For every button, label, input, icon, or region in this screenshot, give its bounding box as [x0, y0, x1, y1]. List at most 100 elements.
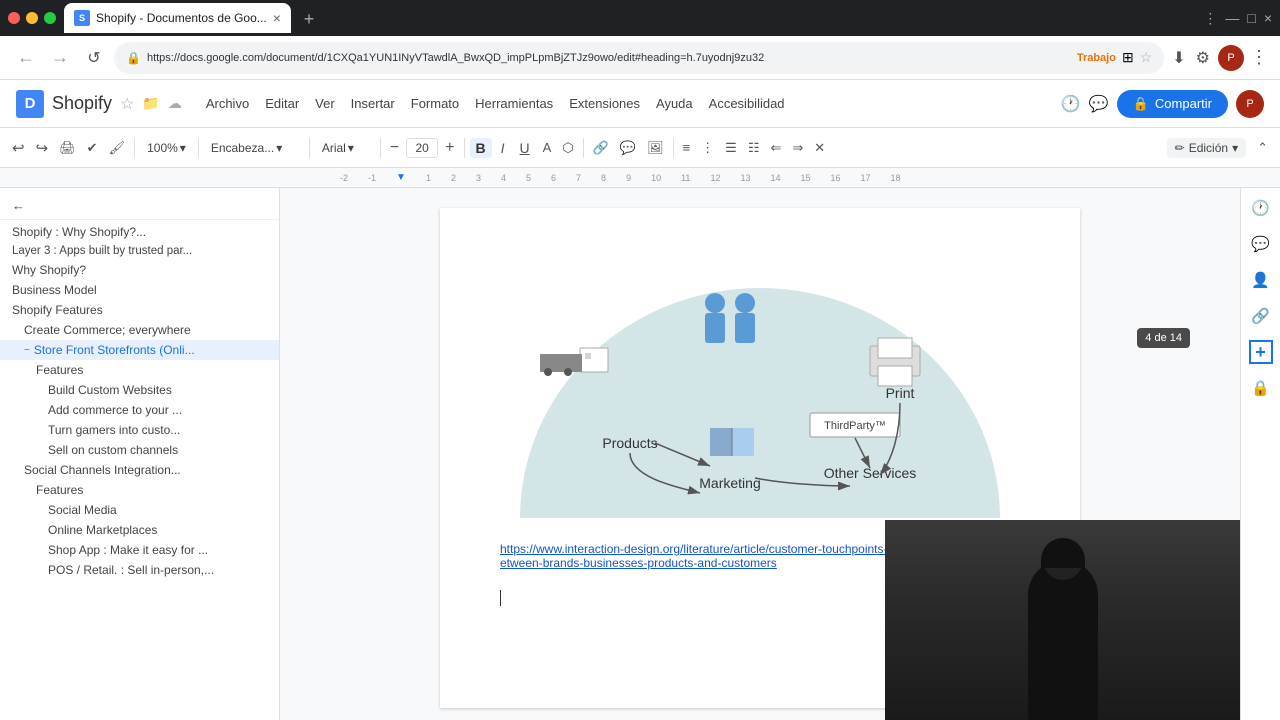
tab-favicon: S: [74, 10, 90, 26]
menu-insertar[interactable]: Insertar: [343, 92, 403, 115]
bookmark-label: Trabajo: [1077, 52, 1116, 64]
redo-button[interactable]: ↪: [32, 137, 53, 159]
sidebar-item-layer3[interactable]: Layer 3 : Apps built by trusted par...: [0, 242, 279, 260]
sidebar-item-features[interactable]: Shopify Features: [0, 300, 279, 320]
sidebar-item-business[interactable]: Business Model: [0, 280, 279, 300]
font-size-input[interactable]: 20: [406, 138, 438, 158]
font-chevron: ▾: [348, 141, 354, 155]
bullet-button[interactable]: ☰: [721, 138, 741, 158]
window-menu-icon[interactable]: ⋮: [1203, 10, 1217, 27]
video-content: [885, 520, 1240, 720]
sidebar-item-shop-app[interactable]: Shop App : Make it easy for ...: [0, 540, 279, 560]
reload-button[interactable]: ↺: [80, 44, 108, 72]
user-avatar[interactable]: P: [1236, 90, 1264, 118]
minimize-icon[interactable]: —: [1225, 10, 1239, 26]
doc-folder-icon[interactable]: 📁: [142, 95, 159, 112]
chevron-up-icon[interactable]: ⌃: [1253, 138, 1272, 158]
heading-select[interactable]: Encabeza... ▾: [204, 138, 304, 158]
indent-dec-button[interactable]: ⇐: [766, 138, 785, 158]
comment-button[interactable]: 💬: [616, 138, 640, 158]
back-button[interactable]: ←: [12, 44, 40, 72]
doc-star-icon[interactable]: ☆: [120, 94, 134, 114]
doc-header: D Shopify ☆ 📁 ☁ Archivo Editar Ver Inser…: [0, 80, 1280, 128]
menu-ayuda[interactable]: Ayuda: [648, 92, 701, 115]
clear-format-button[interactable]: ✕: [810, 138, 829, 158]
doc-title[interactable]: Shopify: [52, 93, 112, 114]
sidebar-item-create[interactable]: Create Commerce; everywhere: [0, 320, 279, 340]
extensions-icon[interactable]: ⚙: [1196, 48, 1210, 68]
new-tab-button[interactable]: +: [295, 5, 323, 33]
font-select[interactable]: Arial ▾: [315, 138, 375, 158]
list-button[interactable]: ⋮: [697, 138, 718, 158]
sidebar-item-shopify[interactable]: Shopify : Why Shopify?...: [0, 222, 279, 242]
menu-ver[interactable]: Ver: [307, 92, 343, 115]
sidebar-item-storefront[interactable]: − Store Front Storefronts (Onli...: [0, 340, 279, 360]
history-icon[interactable]: 🕐: [1061, 94, 1081, 114]
sidebar-item-social-media[interactable]: Social Media: [0, 500, 279, 520]
undo-button[interactable]: ↩: [8, 137, 29, 159]
zoom-select[interactable]: 100% ▾: [140, 138, 193, 158]
collapse-icon: −: [24, 345, 30, 356]
numbered-button[interactable]: ☷: [744, 138, 764, 158]
paint-format-button[interactable]: 🖌: [105, 138, 130, 158]
format-separator6: [583, 138, 584, 158]
spellcheck-button[interactable]: ✔: [83, 138, 102, 158]
indent-inc-button[interactable]: ⇒: [788, 138, 807, 158]
close-window-icon[interactable]: ×: [1264, 10, 1272, 26]
lock-panel-icon[interactable]: 🔒: [1249, 376, 1273, 400]
font-size-decrease-button[interactable]: −: [386, 137, 403, 159]
sidebar-item-sell-channels[interactable]: Sell on custom channels: [0, 440, 279, 460]
url-bar[interactable]: 🔒 https://docs.google.com/document/d/1CX…: [114, 42, 1164, 74]
download-icon[interactable]: ⬇: [1172, 48, 1185, 68]
people-panel-icon[interactable]: 👤: [1249, 268, 1273, 292]
active-tab[interactable]: S Shopify - Documentos de Goo... ×: [64, 3, 291, 33]
format-separator2: [198, 138, 199, 158]
print-button[interactable]: 🖨: [55, 138, 80, 158]
back-arrow-icon: ←: [12, 198, 25, 213]
forward-button[interactable]: →: [46, 44, 74, 72]
star-icon[interactable]: ☆: [1140, 49, 1153, 66]
sidebar-item-pos[interactable]: POS / Retail. : Sell in-person,...: [0, 560, 279, 580]
font-size-value: 20: [415, 141, 428, 155]
sidebar-item-why-shopify[interactable]: Why Shopify?: [0, 260, 279, 280]
font-size-increase-button[interactable]: +: [441, 137, 458, 159]
menu-editar[interactable]: Editar: [257, 92, 307, 115]
share-button[interactable]: 🔒 Compartir: [1117, 90, 1228, 118]
editing-label: Edición: [1189, 141, 1228, 155]
text-color-button[interactable]: A: [539, 138, 556, 157]
editing-mode-button[interactable]: ✏ Edición ▾: [1167, 138, 1246, 158]
add-panel-button[interactable]: +: [1249, 340, 1273, 364]
sidebar-item-online-market[interactable]: Online Marketplaces: [0, 520, 279, 540]
menu-archivo[interactable]: Archivo: [198, 92, 257, 115]
comment-panel-icon[interactable]: 💬: [1249, 232, 1273, 256]
window-top-bar: S Shopify - Documentos de Goo... × + ⋮ —…: [0, 0, 1280, 36]
tab-close-icon[interactable]: ×: [273, 10, 281, 26]
sidebar-back[interactable]: ←: [0, 192, 279, 220]
more-icon[interactable]: ⋮: [1250, 47, 1268, 68]
image-button[interactable]: 🖼: [643, 138, 668, 158]
comment-icon[interactable]: 💬: [1089, 94, 1109, 114]
sidebar-item-social-int[interactable]: Social Channels Integration...: [0, 460, 279, 480]
profile-icon[interactable]: P: [1218, 45, 1244, 71]
underline-button[interactable]: U: [514, 138, 536, 158]
diagram-container: Products Print Marketing: [500, 238, 1020, 518]
sidebar-item-add-commerce[interactable]: Add commerce to your ...: [0, 400, 279, 420]
menu-herramientas[interactable]: Herramientas: [467, 92, 561, 115]
page-counter-badge: 4 de 14: [1137, 328, 1190, 348]
sidebar-item-features2[interactable]: Features: [0, 360, 279, 380]
history-panel-icon[interactable]: 🕐: [1249, 196, 1273, 220]
bold-button[interactable]: B: [470, 138, 492, 158]
highlight-button[interactable]: ⬡: [558, 138, 577, 158]
menu-formato[interactable]: Formato: [403, 92, 467, 115]
italic-button[interactable]: I: [495, 138, 511, 158]
menu-extensiones[interactable]: Extensiones: [561, 92, 648, 115]
sidebar-item-build[interactable]: Build Custom Websites: [0, 380, 279, 400]
link-button[interactable]: 🔗: [589, 138, 613, 158]
doc-cloud-icon[interactable]: ☁: [168, 95, 182, 112]
sidebar-item-turn-gamers[interactable]: Turn gamers into custo...: [0, 420, 279, 440]
link-panel-icon[interactable]: 🔗: [1249, 304, 1273, 328]
maximize-icon[interactable]: □: [1247, 10, 1255, 26]
sidebar-item-features3[interactable]: Features: [0, 480, 279, 500]
align-button[interactable]: ≡: [679, 138, 695, 157]
menu-accesibilidad[interactable]: Accesibilidad: [701, 92, 793, 115]
